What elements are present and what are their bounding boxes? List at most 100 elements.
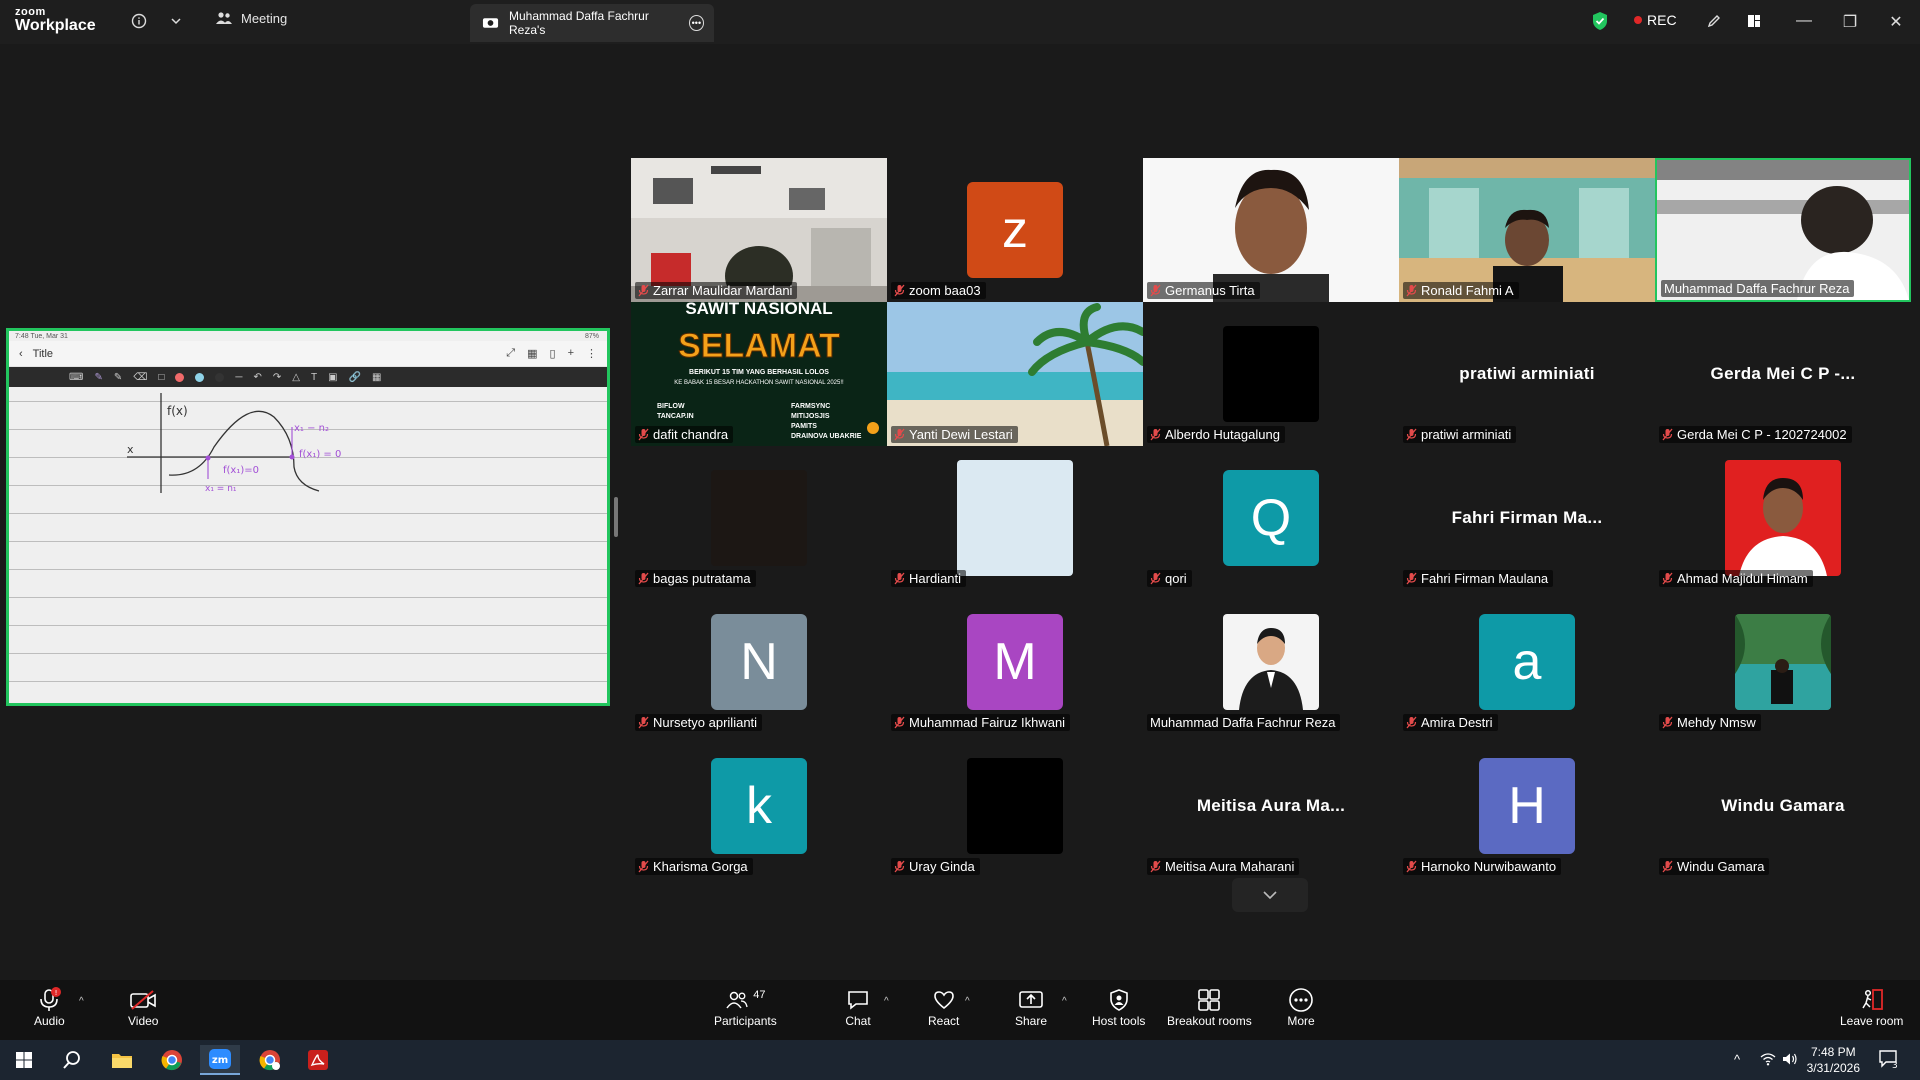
kebab-icon[interactable]: ⋮ [586,347,597,360]
participant-tile[interactable]: Muhammad Daffa Fachrur Reza [1143,590,1399,734]
avatar: a [1479,614,1575,710]
expand-icon[interactable]: ⤢ [506,347,515,360]
hand-sketch: f(x) x x₁ − n₂ f(x₁) = 0 f(x₁)=0 x₁ = n₁ [127,393,341,494]
participant-tile[interactable]: bagas putratama [631,446,887,590]
breakout-rooms-button[interactable]: Breakout rooms [1167,986,1252,1028]
splitter-handle[interactable] [614,497,618,537]
chat-options-caret-icon[interactable]: ^ [884,996,889,1007]
share-button[interactable]: Share [1015,986,1047,1028]
participant-tile[interactable]: Gerda Mei C P -... Gerda Mei C P - 12027… [1655,302,1911,446]
leave-room-button[interactable]: Leave room [1840,986,1903,1028]
participant-tile[interactable]: H Harnoko Nurwibawanto [1399,734,1655,878]
close-icon[interactable]: ✕ [1886,12,1906,32]
pdf-reader-icon[interactable] [298,1045,338,1075]
redo-icon[interactable]: ↷ [273,372,281,383]
participant-name-label: Fahri Firman Maulana [1403,570,1554,587]
more-options-icon[interactable]: ••• [688,15,704,31]
notes-page[interactable]: f(x) x x₁ − n₂ f(x₁) = 0 f(x₁)=0 x₁ = n₁ [9,387,607,703]
participant-tile[interactable]: Meitisa Aura Ma... Meitisa Aura Maharani [1143,734,1399,878]
participant-tile[interactable]: pratiwi arminiati pratiwi arminiati [1399,302,1655,446]
grid-icon[interactable]: ▦ [372,372,381,383]
participant-tile[interactable]: Alberdo Hutagalung [1143,302,1399,446]
wifi-icon[interactable] [1760,1052,1776,1069]
meeting-button[interactable]: Meeting [215,10,287,26]
zoom-taskbar-icon[interactable]: zm [200,1045,240,1075]
restore-icon[interactable]: ❐ [1840,12,1860,32]
annotate-pen-icon[interactable] [1703,10,1725,32]
audio-button[interactable]: ! Audio [34,986,65,1028]
search-icon[interactable] [52,1045,92,1075]
participant-name: Kharisma Gorga [653,859,748,874]
react-button[interactable]: React [928,986,959,1028]
share-options-caret-icon[interactable]: ^ [1062,996,1067,1007]
more-button[interactable]: More [1286,986,1316,1028]
chevron-down-icon[interactable] [165,10,187,32]
audio-options-caret-icon[interactable]: ^ [79,996,84,1007]
participant-tile[interactable]: SAWIT NASIONAL SELAMAT BERIKUT 15 TIM YA… [631,302,887,446]
recording-indicator[interactable]: REC [1634,12,1677,28]
participants-button[interactable]: 47 Participants [714,986,777,1028]
taskbar-clock[interactable]: 7:48 PM 3/31/2026 [1807,1044,1860,1076]
participant-name-label: Muhammad Daffa Fachrur Reza [1661,280,1855,297]
participant-tile[interactable]: N Nursetyo aprilianti [631,590,887,734]
notification-center-icon[interactable]: 3 [1878,1049,1900,1072]
participant-tile[interactable]: Germanus Tirta [1143,158,1399,302]
keyboard-icon[interactable]: ⌨ [69,372,83,383]
add-icon[interactable]: + [568,347,574,360]
participants-icon: 47 [715,986,775,1014]
participant-tile[interactable]: Hardianti [887,446,1143,590]
pen-icon[interactable]: ✎ [94,372,102,383]
banner-team: TANCAP.IN [657,413,694,420]
encryption-shield-icon[interactable] [1591,11,1609,31]
chat-button[interactable]: Chat [843,986,873,1028]
color-swatch-black[interactable] [215,372,225,382]
book-icon[interactable]: ▦ [527,347,537,360]
participant-tile[interactable]: Ronald Fahmi A [1399,158,1655,302]
avatar: z [967,182,1063,278]
participant-tile[interactable]: Windu Gamara Windu Gamara [1655,734,1911,878]
participant-name-label: Meitisa Aura Maharani [1147,858,1300,875]
image-icon[interactable]: ▣ [328,372,337,383]
windows-start-icon[interactable] [4,1045,44,1075]
next-page-button[interactable] [1232,878,1308,912]
eraser-icon[interactable]: ⌫ [133,372,147,383]
participant-tile[interactable]: a Amira Destri [1399,590,1655,734]
chrome-icon[interactable] [152,1045,192,1075]
share-tab-label: Muhammad Daffa Fachrur Reza's [509,9,649,37]
highlighter-icon[interactable]: ✎ [114,372,122,383]
show-hidden-icons-icon[interactable]: ^ [1734,1052,1740,1067]
participant-tile[interactable]: Fahri Firman Ma... Fahri Firman Maulana [1399,446,1655,590]
participant-tile[interactable]: Uray Ginda [887,734,1143,878]
participant-tile[interactable]: M Muhammad Fairuz Ikhwani [887,590,1143,734]
participant-tile[interactable]: Mehdy Nmsw [1655,590,1911,734]
host-tools-button[interactable]: Host tools [1092,986,1145,1028]
back-arrow-icon[interactable]: ‹ [19,348,23,360]
participant-tile[interactable]: Ahmad Majidul Himam [1655,446,1911,590]
participant-tile[interactable]: z zoom baa03 [887,158,1143,302]
participant-tile[interactable]: k Kharisma Gorga [631,734,887,878]
volume-icon[interactable] [1782,1052,1798,1069]
view-layout-icon[interactable] [1743,10,1765,32]
file-explorer-icon[interactable] [102,1045,142,1075]
info-icon[interactable] [128,10,150,32]
bookmark-icon[interactable]: ▯ [550,347,556,360]
stroke-width-icon[interactable]: ─ [235,372,242,383]
participant-tile[interactable]: Yanti Dewi Lestari [887,302,1143,446]
participant-tile-active-speaker[interactable]: Muhammad Daffa Fachrur Reza [1655,158,1911,302]
undo-icon[interactable]: ↶ [254,372,262,383]
shape-icon[interactable]: △ [292,372,300,383]
color-swatch-blue[interactable] [195,372,205,382]
share-tab[interactable]: Muhammad Daffa Fachrur Reza's ••• [470,4,714,42]
chrome-profile-icon[interactable] [250,1045,290,1075]
participant-tile[interactable]: Zarrar Maulidar Mardani [631,158,887,302]
text-icon[interactable]: T [311,372,317,383]
lasso-icon[interactable]: □ [158,372,164,383]
shared-screen[interactable]: 7:48 Tue, Mar 31 87% ‹ Title ⤢ ▦ ▯ + ⋮ ⌨… [6,328,610,706]
link-icon[interactable]: 🔗 [349,372,361,383]
participant-video [631,158,887,302]
participant-tile[interactable]: Q qori [1143,446,1399,590]
minimize-icon[interactable]: — [1794,12,1814,30]
video-button[interactable]: Video [128,986,158,1028]
color-swatch-red[interactable] [175,372,185,382]
react-options-caret-icon[interactable]: ^ [965,996,970,1007]
